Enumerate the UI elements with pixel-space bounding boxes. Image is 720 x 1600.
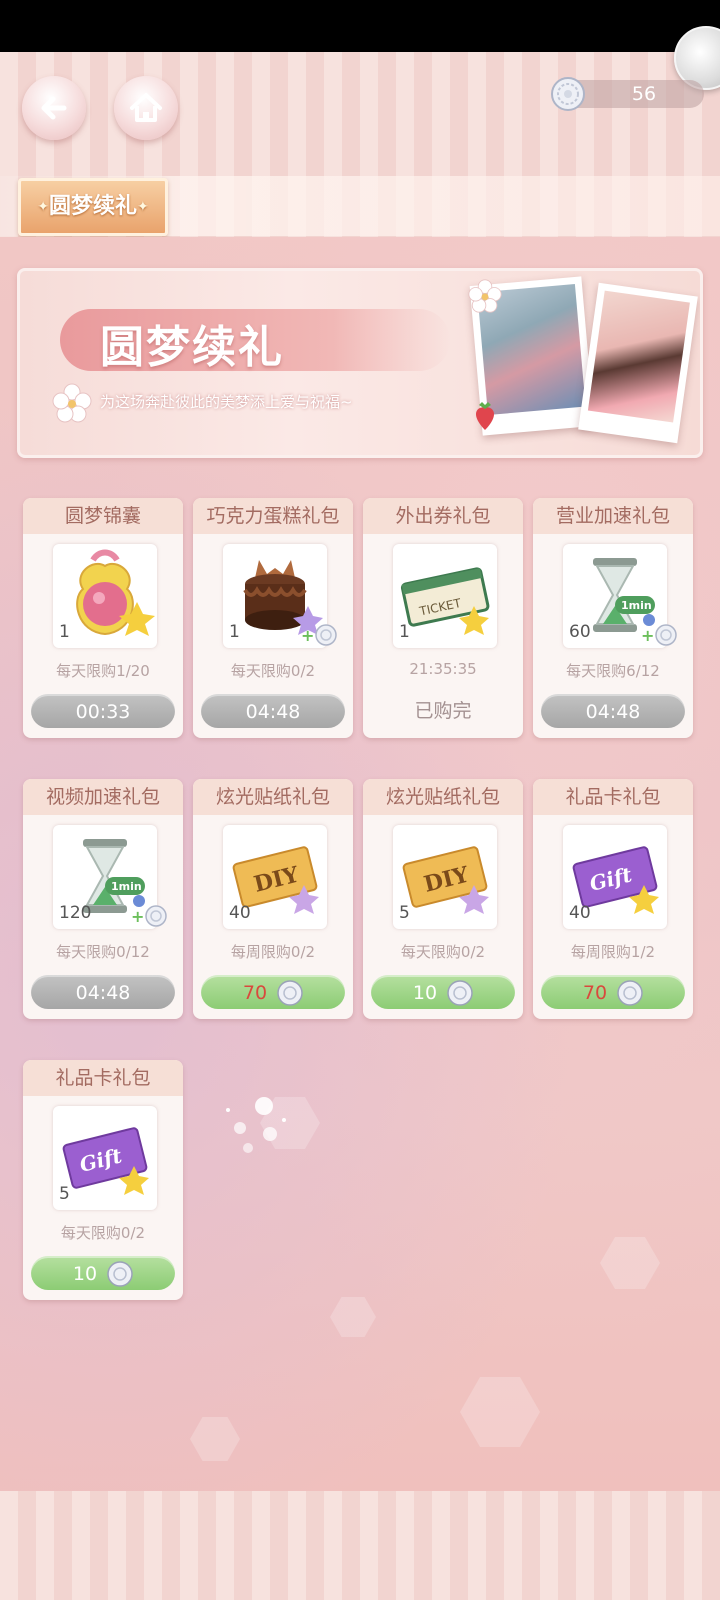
price-label: 10: [412, 981, 438, 1004]
bonus-plus-icon: +: [641, 626, 655, 645]
button-label: 04:48: [75, 981, 131, 1004]
purchase-limit: 每天限购0/2: [60, 1224, 146, 1242]
price-label: 70: [582, 981, 608, 1004]
purchase-limit: 每周限购1/2: [570, 943, 656, 961]
silver-coin-icon: [447, 979, 473, 1006]
product-card[interactable]: 礼品卡礼包 Gift 5 每天限购0/2 10: [23, 1060, 183, 1300]
product-card[interactable]: 视频加速礼包 1min 120 + 每天限购0/12 04:48: [23, 779, 183, 1019]
item-count: 60: [569, 622, 591, 642]
banner-subtitle: 为这场奔赴彼此的美梦添上爱与祝福~: [100, 393, 353, 411]
item-count: 5: [399, 903, 410, 923]
purchase-limit: 每天限购6/12: [566, 662, 660, 680]
sparkle-icon: ✦: [37, 199, 49, 215]
back-button[interactable]: [22, 76, 86, 140]
item-count: 1: [59, 622, 70, 642]
purchase-limit: 每周限购0/2: [230, 943, 316, 961]
purchase-limit: 每天限购0/12: [56, 943, 150, 961]
photo-card: [578, 282, 698, 444]
tab-yuanmeng[interactable]: ✦圆梦续礼✦: [18, 178, 168, 236]
product-name: 巧克力蛋糕礼包: [193, 498, 353, 534]
cooldown-timer-button[interactable]: 04:48: [541, 694, 685, 728]
item-count: 1: [399, 622, 410, 642]
purchase-limit: 每天限购0/2: [400, 943, 486, 961]
purchase-limit: 每天限购1/20: [56, 662, 150, 680]
home-button[interactable]: [114, 76, 178, 140]
product-card[interactable]: 炫光贴纸礼包 DIY 40 每周限购0/2 70: [193, 779, 353, 1019]
cooldown-timer-button[interactable]: 04:48: [201, 694, 345, 728]
price-label: 70: [242, 981, 268, 1004]
currency-amount: 56: [631, 83, 657, 105]
background-hexagon: [600, 1237, 660, 1289]
button-label: 04:48: [585, 700, 641, 723]
background-hexagon: [330, 1297, 376, 1337]
buy-button[interactable]: 10: [371, 975, 515, 1009]
cooldown-timer-button[interactable]: 04:48: [31, 975, 175, 1009]
silver-coin-icon: [617, 979, 643, 1006]
tab-label: 圆梦续礼: [48, 194, 137, 219]
background-hexagon: [460, 1377, 540, 1447]
product-name: 炫光贴纸礼包: [193, 779, 353, 815]
back-arrow-icon: [41, 96, 67, 120]
product-card[interactable]: 外出券礼包 TICKET 1 21:35:35 已购完: [363, 498, 523, 738]
product-name: 礼品卡礼包: [533, 779, 693, 815]
event-banner: 圆梦续礼 为这场奔赴彼此的美梦添上爱与祝福~: [17, 268, 703, 458]
item-count: 1: [229, 622, 240, 642]
product-name: 营业加速礼包: [533, 498, 693, 534]
restock-countdown: 21:35:35: [409, 660, 477, 678]
product-name: 外出券礼包: [363, 498, 523, 534]
price-label: 10: [72, 1262, 98, 1285]
item-count: 5: [59, 1184, 70, 1204]
svg-text:1min: 1min: [111, 880, 142, 893]
product-name: 炫光贴纸礼包: [363, 779, 523, 815]
buy-button[interactable]: 10: [31, 1256, 175, 1290]
product-name: 礼品卡礼包: [23, 1060, 183, 1096]
flower-icon: [468, 279, 502, 313]
product-card[interactable]: 炫光贴纸礼包 DIY 5 每天限购0/2 10: [363, 779, 523, 1019]
silver-coin-icon: [655, 624, 677, 646]
bottom-bar: [0, 1491, 720, 1600]
bonus-plus-icon: +: [301, 626, 315, 645]
item-count: 40: [569, 903, 591, 923]
silver-coin-icon: [277, 979, 303, 1006]
product-card[interactable]: 圆梦锦囊 1 每天限购1/20 00:33: [23, 498, 183, 738]
status-bar: [0, 0, 720, 52]
background-hexagon: [190, 1417, 240, 1461]
product-card[interactable]: 营业加速礼包 1min 60 + 每天限购6/12 04:48: [533, 498, 693, 738]
sparkle-icon: ✦: [137, 199, 149, 215]
silver-coin-icon: [107, 1260, 133, 1287]
banner-title: 圆梦续礼: [100, 322, 284, 373]
item-count: 120: [59, 903, 92, 923]
product-card[interactable]: 礼品卡礼包 Gift 40 每周限购1/2 70: [533, 779, 693, 1019]
bonus-plus-icon: +: [131, 907, 145, 926]
button-label: 00:33: [75, 700, 131, 723]
buy-button[interactable]: 70: [541, 975, 685, 1009]
item-count: 40: [229, 903, 251, 923]
home-icon: [130, 93, 162, 122]
buy-button[interactable]: 70: [201, 975, 345, 1009]
flower-icon: [52, 383, 92, 423]
cooldown-timer-button[interactable]: 00:33: [31, 694, 175, 728]
silver-coin-icon: [145, 905, 167, 927]
product-name: 圆梦锦囊: [23, 498, 183, 534]
sparkle-decoration-icon: [226, 1097, 286, 1153]
svg-text:1min: 1min: [621, 599, 652, 612]
silver-coin-icon: [551, 77, 585, 111]
sold-out-label: 已购完: [414, 700, 472, 722]
product-card[interactable]: 巧克力蛋糕礼包 1 + 每天限购0/2 04:48: [193, 498, 353, 738]
product-name: 视频加速礼包: [23, 779, 183, 815]
strawberry-icon: [475, 402, 495, 430]
purchase-limit: 每天限购0/2: [230, 662, 316, 680]
silver-coin-icon: [315, 624, 337, 646]
button-label: 04:48: [245, 700, 301, 723]
